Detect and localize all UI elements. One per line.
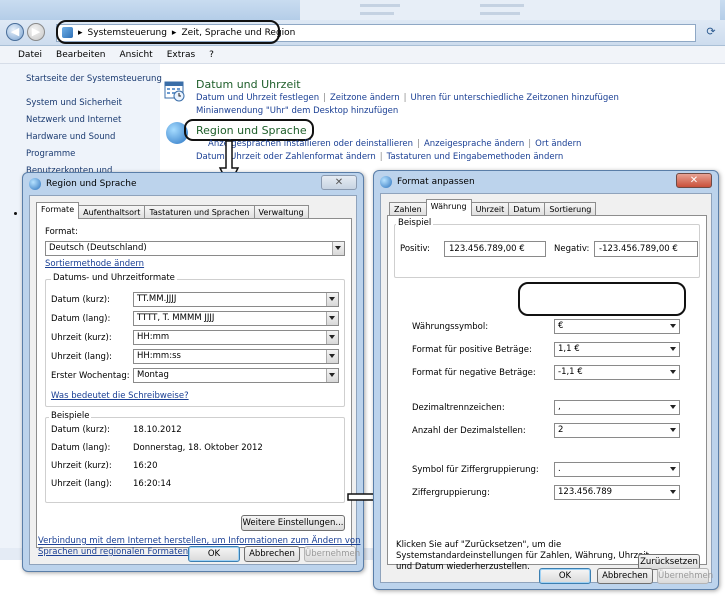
- format-dialog-title: Format anpassen: [397, 177, 475, 187]
- chevron-down-icon: [670, 347, 676, 351]
- negative-format-label: Format für negative Beträge:: [412, 368, 536, 378]
- negative-example-field: -123.456.789,00 €: [594, 241, 698, 257]
- negative-label: Negativ:: [554, 244, 590, 254]
- format-apply-button[interactable]: Übernehmen: [657, 568, 713, 584]
- currency-symbol-select[interactable]: €: [554, 319, 680, 334]
- format-dialog-titlebar: Format anpassen: [374, 171, 718, 193]
- currency-symbol-value: €: [558, 321, 564, 331]
- currency-tab-panel: Beispiel Positiv: 123.456.789,00 € Negat…: [387, 215, 707, 572]
- positive-format-value: 1,1 €: [558, 344, 580, 354]
- chevron-down-icon: [670, 428, 676, 432]
- reset-note-line1: Klicken Sie auf "Zurücksetzen", um die: [396, 540, 562, 550]
- positive-format-label: Format für positive Beträge:: [412, 345, 532, 355]
- negative-format-value: -1,1 €: [558, 367, 583, 377]
- format-dialog-tabs: Zahlen Währung Uhrzeit Datum Sortierung: [389, 199, 597, 216]
- tab-currency[interactable]: Währung: [425, 199, 472, 216]
- positive-format-select[interactable]: 1,1 €: [554, 342, 680, 357]
- tab-time[interactable]: Uhrzeit: [470, 202, 510, 216]
- chevron-down-icon: [670, 490, 676, 494]
- positive-example-field: 123.456.789,00 €: [444, 241, 546, 257]
- reset-note-line2: Systemstandardeinstellungen für Zahlen, …: [396, 551, 649, 561]
- decimal-digits-label: Anzahl der Dezimalstellen:: [412, 426, 526, 436]
- tab-formats[interactable]: Formate: [36, 202, 80, 219]
- globe-icon: [380, 176, 392, 188]
- positive-label: Positiv:: [400, 244, 430, 254]
- decimal-symbol-value: ,: [558, 402, 561, 412]
- digit-grouping-value: 123.456.789: [558, 487, 613, 497]
- tab-date[interactable]: Datum: [508, 202, 546, 216]
- format-cancel-button[interactable]: Abbrechen: [597, 568, 653, 584]
- decimal-digits-value: 2: [558, 425, 564, 435]
- digit-grouping-symbol-select[interactable]: .: [554, 462, 680, 477]
- tab-sorting[interactable]: Sortierung: [544, 202, 597, 216]
- chevron-down-icon: [670, 405, 676, 409]
- decimal-digits-select[interactable]: 2: [554, 423, 680, 438]
- digit-grouping-label: Ziffergruppierung:: [412, 488, 490, 498]
- decimal-symbol-select[interactable]: ,: [554, 400, 680, 415]
- tab-numbers[interactable]: Zahlen: [389, 202, 427, 216]
- chevron-down-icon: [670, 467, 676, 471]
- annotation-oval-currency: [518, 282, 686, 316]
- digit-grouping-select[interactable]: 123.456.789: [554, 485, 680, 500]
- customize-format-dialog: Format anpassen ✕ Zahlen Währung Uhrzeit…: [373, 170, 719, 590]
- example-group-title: Beispiel: [396, 218, 434, 228]
- chevron-down-icon: [670, 324, 676, 328]
- format-dialog-close-button[interactable]: ✕: [676, 173, 712, 188]
- decimal-symbol-label: Dezimaltrennzeichen:: [412, 403, 505, 413]
- digit-grouping-symbol-label: Symbol für Ziffergruppierung:: [412, 465, 539, 475]
- negative-format-select[interactable]: -1,1 €: [554, 365, 680, 380]
- digit-grouping-symbol-value: .: [558, 464, 561, 474]
- format-ok-button[interactable]: OK: [539, 568, 591, 584]
- chevron-down-icon: [670, 370, 676, 374]
- reset-note-line3: und Datum wiederherzustellen.: [396, 562, 530, 572]
- format-dialog-body: Zahlen Währung Uhrzeit Datum Sortierung …: [380, 193, 713, 584]
- currency-symbol-label: Währungssymbol:: [412, 322, 489, 332]
